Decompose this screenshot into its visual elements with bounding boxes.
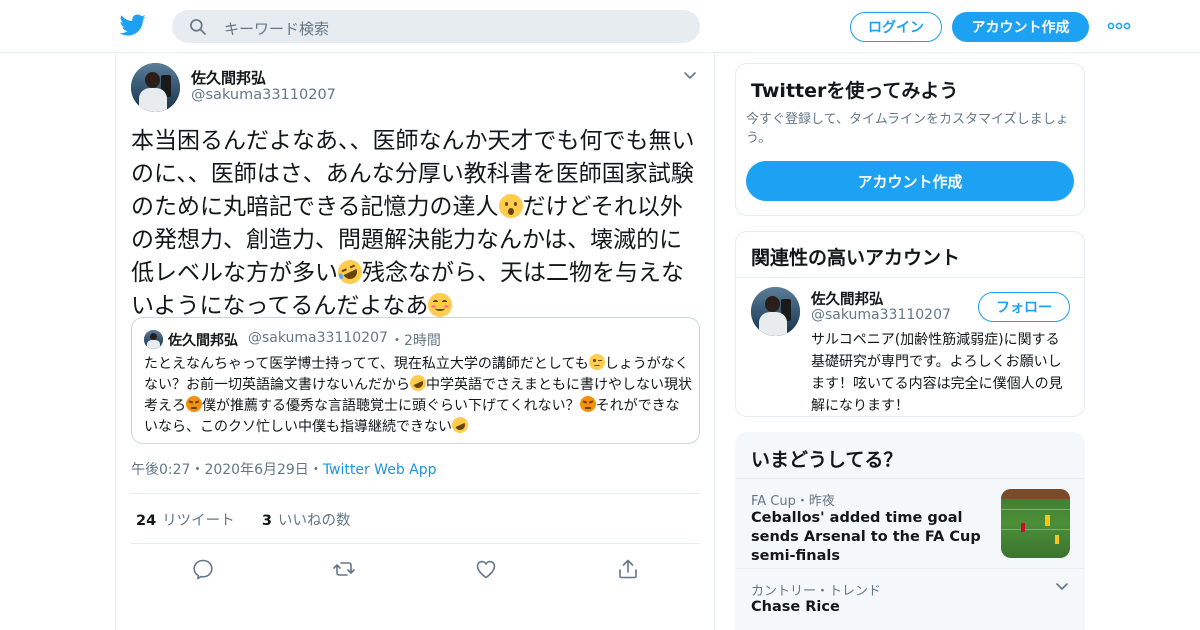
signup-card-button[interactable]: アカウント作成 — [746, 161, 1074, 201]
smiling-face-emoji — [428, 293, 453, 317]
trend-title: Chase Rice — [751, 599, 840, 615]
search-icon — [190, 19, 206, 35]
signup-card-subtitle: 今すぐ登録して、タイムラインをカスタマイズしましょう。 — [746, 112, 1069, 146]
signup-card-title: Twitterを使ってみよう — [751, 80, 959, 102]
tweet-source-link[interactable]: Twitter Web App — [323, 462, 437, 478]
trend-thumbnail — [1001, 489, 1070, 558]
retweet-icon[interactable] — [332, 557, 356, 581]
signup-button[interactable]: アカウント作成 — [952, 12, 1089, 42]
author-name[interactable]: 佐久間邦弘 — [191, 67, 266, 88]
related-card-title: 関連性の高いアカウント — [751, 247, 961, 269]
more-options-icon[interactable] — [1106, 18, 1132, 34]
quoted-author-handle: @sakuma33110207 — [248, 330, 388, 346]
trends-card-title: いまどうしてる？ — [751, 449, 903, 471]
angry-face-emoji — [579, 396, 596, 412]
divider — [736, 568, 1084, 569]
divider — [736, 478, 1084, 479]
search-box[interactable]: キーワード検索 — [172, 10, 700, 43]
divider — [736, 277, 1084, 278]
like-stat[interactable]: 3 いいねの数 — [262, 513, 351, 529]
related-account-bio: サルコペニア(加齢性筋減弱症)に関する基礎研究が専門です。よろしくお願いします！… — [811, 332, 1063, 414]
author-handle[interactable]: @sakuma33110207 — [191, 87, 336, 103]
winking-face-emoji — [588, 354, 605, 370]
related-accounts-card: 関連性の高いアカウント 佐久間邦弘 @sakuma33110207 フォロー サ… — [735, 231, 1085, 417]
signup-prompt-card: Twitterを使ってみよう 今すぐ登録して、タイムラインをカスタマイズしましょ… — [735, 63, 1085, 216]
retweet-stat[interactable]: 24 リツイート — [136, 513, 235, 529]
login-button[interactable]: ログイン — [850, 12, 942, 42]
trends-card: いまどうしてる？ FA Cup・昨夜 Ceballos' added time … — [735, 432, 1085, 630]
hushed-face-emoji — [498, 194, 523, 218]
tweet-timestamp: 午後0:27・2020年6月29日・Twitter Web App — [131, 462, 437, 478]
quoted-tweet[interactable]: 佐久間邦弘 @sakuma33110207 ・2時間 たとえなんちゃって医学博士… — [131, 317, 700, 444]
avatar[interactable] — [751, 287, 800, 336]
divider — [131, 493, 700, 494]
tweet-detail: 佐久間邦弘 @sakuma33110207 本当困るんだよなあ、、医師なんか天才… — [115, 53, 715, 630]
trend-meta: カントリー・トレンド — [751, 584, 882, 599]
rofl-emoji — [449, 414, 471, 436]
trend-meta: FA Cup・昨夜 — [751, 494, 835, 509]
reply-icon[interactable] — [191, 557, 215, 581]
chevron-down-icon[interactable] — [682, 68, 698, 84]
quoted-tweet-text: たとえなんちゃって医学博士持ってて、現在私立大学の講師だとしても しょうがなくない… — [144, 354, 692, 436]
share-icon[interactable] — [616, 557, 640, 581]
like-heart-icon[interactable] — [474, 557, 498, 581]
top-navigation-bar: キーワード検索 ログイン アカウント作成 — [0, 0, 1200, 53]
tweet-stats: 24 リツイート 3 いいねの数 — [136, 509, 351, 530]
related-account-handle[interactable]: @sakuma33110207 — [811, 307, 951, 323]
avatar — [144, 330, 163, 349]
related-account-name[interactable]: 佐久間邦弘 — [811, 288, 884, 309]
divider — [131, 543, 700, 544]
trend-title: Ceballos' added time goal sends Arsenal … — [751, 510, 981, 564]
quoted-timestamp: ・2時間 — [390, 333, 441, 349]
avatar[interactable] — [131, 63, 180, 112]
search-input[interactable]: キーワード検索 — [224, 18, 329, 39]
follow-button[interactable]: フォロー — [978, 292, 1070, 322]
twitter-bird-icon[interactable] — [120, 12, 146, 38]
angry-face-emoji — [186, 396, 202, 412]
quoted-author-name: 佐久間邦弘 — [168, 333, 238, 349]
tweet-text: 本当困るんだよなあ、、医師なんか天才でも何でも無いのに、、医師はさ、あんな分厚い… — [131, 125, 701, 323]
chevron-down-icon[interactable] — [1054, 579, 1070, 595]
